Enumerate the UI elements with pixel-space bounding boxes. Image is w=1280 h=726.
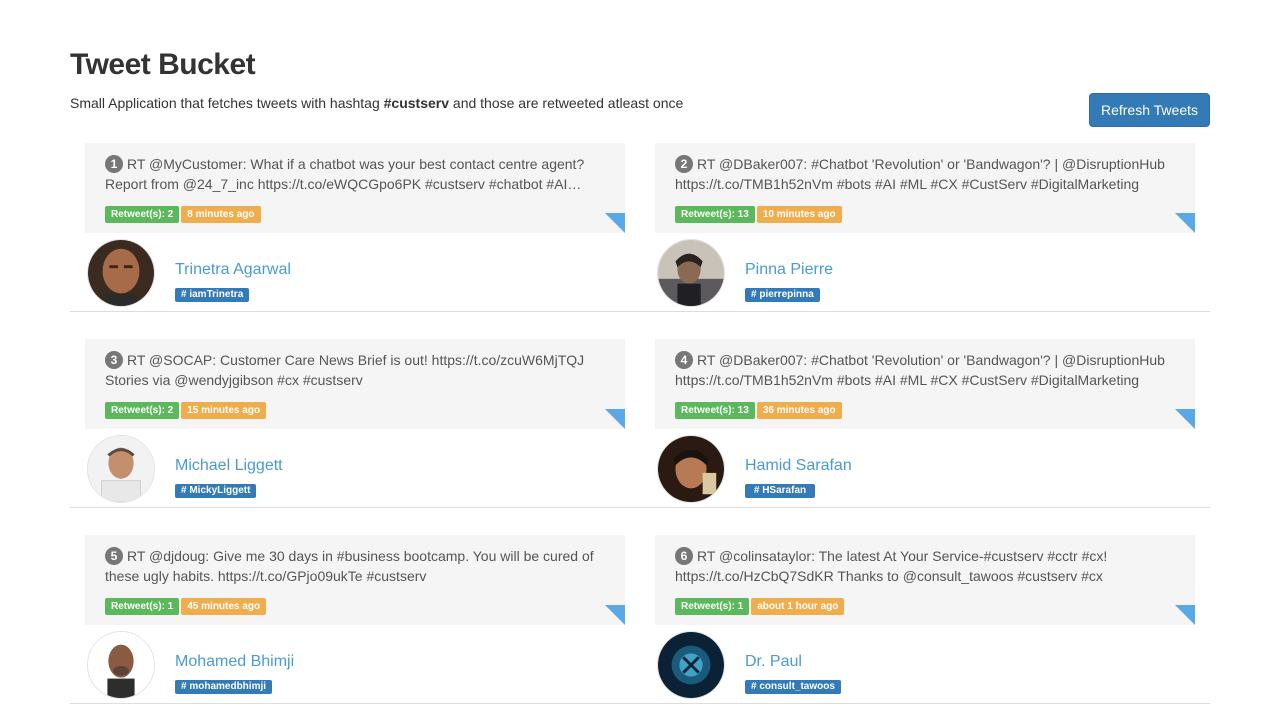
tweet-row: 1 RT @MyCustomer: What if a chatbot was y… (70, 143, 1210, 312)
subtitle-text: Small Application that fetches tweets wi… (70, 95, 384, 111)
user-handle-badge[interactable]: # consult_tawoos (745, 680, 841, 694)
tweet-number-badge: 1 (105, 155, 123, 173)
tweet-row: 5 RT @djdoug: Give me 30 days in #busines… (70, 535, 1210, 704)
tweet-card: 5 RT @djdoug: Give me 30 days in #busines… (85, 535, 625, 710)
page-subtitle: Small Application that fetches tweets wi… (70, 95, 683, 111)
retweet-count-badge: Retweet(s): 2 (105, 206, 180, 223)
avatar[interactable] (657, 435, 725, 503)
corner-triangle-icon (1175, 409, 1195, 429)
tweet-labels: Retweet(s): 13 36 minutes ago (675, 402, 842, 419)
time-ago-badge: 45 minutes ago (181, 598, 267, 615)
user-name-link[interactable]: Michael Liggett (175, 457, 283, 475)
avatar[interactable] (87, 239, 155, 307)
retweet-count-badge: Retweet(s): 13 (675, 402, 755, 419)
tweet-card: 6 RT @colinsataylor: The latest At Your S… (655, 535, 1195, 710)
tweet-number-badge: 4 (675, 351, 693, 369)
avatar[interactable] (657, 631, 725, 699)
time-ago-badge: 15 minutes ago (181, 402, 267, 419)
user-handle-badge[interactable]: # pierrepinna (745, 288, 820, 302)
tweet-row: 3 RT @SOCAP: Customer Care News Brief is … (70, 339, 1210, 508)
tweet-number-badge: 6 (675, 547, 693, 565)
time-ago-badge: 8 minutes ago (181, 206, 261, 223)
user-name-link[interactable]: Hamid Sarafan (745, 457, 852, 475)
retweet-count-badge: Retweet(s): 2 (105, 402, 180, 419)
user-handle-badge[interactable]: # mohamedbhimji (175, 680, 273, 694)
tweet-body: RT @colinsataylor: The latest At Your Se… (675, 548, 1108, 584)
tweet-text: 5 RT @djdoug: Give me 30 days in #busines… (105, 546, 605, 586)
tweet-labels: Retweet(s): 2 15 minutes ago (105, 402, 267, 419)
retweet-count-badge: Retweet(s): 1 (105, 598, 180, 615)
tweet-box: 4 RT @DBaker007: #Chatbot 'Revolution' or… (655, 339, 1195, 429)
user-handle-badge[interactable]: # MickyLiggett (175, 484, 257, 498)
tweet-number-badge: 5 (105, 547, 123, 565)
retweet-count-badge: Retweet(s): 1 (675, 598, 750, 615)
user-name-link[interactable]: Pinna Pierre (745, 261, 833, 279)
tweet-number-badge: 2 (675, 155, 693, 173)
retweet-count-badge: Retweet(s): 13 (675, 206, 755, 223)
tweet-text: 6 RT @colinsataylor: The latest At Your S… (675, 546, 1175, 586)
avatar[interactable] (657, 239, 725, 307)
tweet-body: RT @SOCAP: Customer Care News Brief is o… (105, 352, 585, 388)
corner-triangle-icon (605, 409, 625, 429)
user-handle-badge[interactable]: # iamTrinetra (175, 288, 250, 302)
tweet-card: 3 RT @SOCAP: Customer Care News Brief is … (85, 339, 625, 514)
tweet-card: 4 RT @DBaker007: #Chatbot 'Revolution' or… (655, 339, 1195, 514)
time-ago-badge: 10 minutes ago (756, 206, 842, 223)
tweet-card: 2 RT @DBaker007: #Chatbot 'Revolution' or… (655, 143, 1195, 318)
tweet-body: RT @djdoug: Give me 30 days in #business… (105, 548, 594, 584)
tweet-labels: Retweet(s): 1 45 minutes ago (105, 598, 267, 615)
user-name-link[interactable]: Mohamed Bhimji (175, 653, 294, 671)
avatar[interactable] (87, 435, 155, 503)
corner-triangle-icon (605, 213, 625, 233)
subtitle-hashtag: #custserv (383, 95, 450, 111)
user-name-link[interactable]: Trinetra Agarwal (175, 261, 291, 279)
tweet-labels: Retweet(s): 2 8 minutes ago (105, 206, 261, 223)
time-ago-badge: 36 minutes ago (756, 402, 842, 419)
tweet-box: 3 RT @SOCAP: Customer Care News Brief is … (85, 339, 625, 429)
tweet-labels: Retweet(s): 1 about 1 hour ago (675, 598, 845, 615)
page-title: Tweet Bucket (70, 48, 256, 81)
tweet-body: RT @DBaker007: #Chatbot 'Revolution' or … (675, 156, 1165, 192)
tweet-card: 1 RT @MyCustomer: What if a chatbot was y… (85, 143, 625, 318)
tweet-body: RT @DBaker007: #Chatbot 'Revolution' or … (675, 352, 1165, 388)
tweet-text: 1 RT @MyCustomer: What if a chatbot was y… (105, 154, 605, 194)
subtitle-text-end: and those are retweeted atleast once (449, 95, 684, 111)
tweet-box: 2 RT @DBaker007: #Chatbot 'Revolution' or… (655, 143, 1195, 233)
tweet-box: 1 RT @MyCustomer: What if a chatbot was y… (85, 143, 625, 233)
corner-triangle-icon (605, 605, 625, 625)
tweet-box: 5 RT @djdoug: Give me 30 days in #busines… (85, 535, 625, 625)
tweet-number-badge: 3 (105, 351, 123, 369)
corner-triangle-icon (1175, 213, 1195, 233)
avatar[interactable] (87, 631, 155, 699)
corner-triangle-icon (1175, 605, 1195, 625)
user-name-link[interactable]: Dr. Paul (745, 653, 802, 671)
tweet-text: 4 RT @DBaker007: #Chatbot 'Revolution' or… (675, 350, 1175, 390)
refresh-tweets-button[interactable]: Refresh Tweets (1089, 93, 1210, 127)
tweet-box: 6 RT @colinsataylor: The latest At Your S… (655, 535, 1195, 625)
tweet-text: 3 RT @SOCAP: Customer Care News Brief is … (105, 350, 605, 390)
tweet-labels: Retweet(s): 13 10 minutes ago (675, 206, 842, 223)
user-handle-badge[interactable]: # HSarafan (745, 484, 815, 498)
time-ago-badge: about 1 hour ago (751, 598, 845, 615)
tweet-body: RT @MyCustomer: What if a chatbot was yo… (105, 156, 585, 192)
tweet-text: 2 RT @DBaker007: #Chatbot 'Revolution' or… (675, 154, 1175, 194)
